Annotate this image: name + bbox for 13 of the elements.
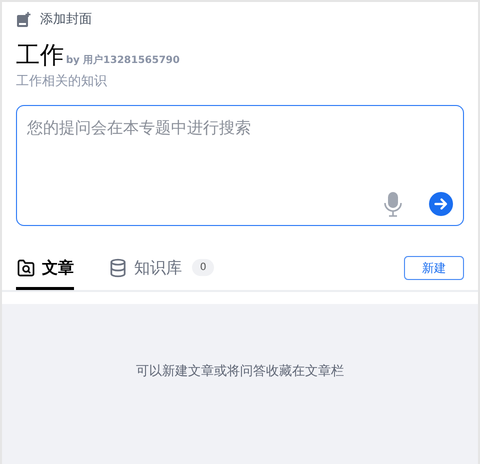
microphone-icon[interactable] (383, 191, 403, 217)
topic-title: 工作 (16, 40, 64, 70)
count-badge: 0 (192, 259, 214, 276)
author-label: by 用户13281565790 (66, 53, 180, 68)
empty-message: 可以新建文章或将问答收藏在文章栏 (136, 363, 344, 381)
search-field[interactable]: 您的提问会在本专题中进行搜索 (27, 116, 453, 140)
add-image-icon (16, 12, 32, 28)
new-button[interactable]: 新建 (404, 256, 464, 280)
tab[interactable]: 知识库 0 (108, 254, 214, 290)
topic-description: 工作相关的知识 (15, 72, 108, 90)
add-cover-button[interactable]: 添加封面 (40, 10, 92, 30)
folder-search-icon (16, 258, 36, 278)
database-icon (108, 258, 128, 278)
